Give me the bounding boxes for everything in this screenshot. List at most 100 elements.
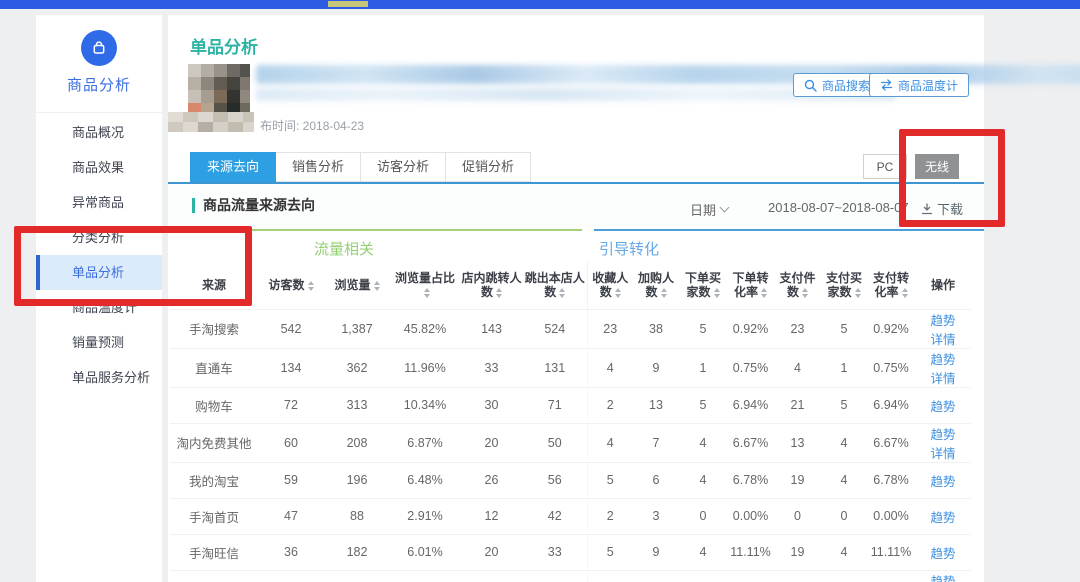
sort-icon[interactable] bbox=[496, 288, 502, 298]
sort-icon[interactable] bbox=[424, 288, 430, 298]
tab-visitor-analysis[interactable]: 访客分析 bbox=[361, 152, 446, 182]
trend-link[interactable]: 趋势 bbox=[931, 353, 956, 367]
column-header-11[interactable]: 支付买家数 bbox=[821, 261, 867, 309]
value-cell: 0 bbox=[679, 570, 727, 582]
sort-icon[interactable] bbox=[855, 288, 861, 298]
value-cell: 0 bbox=[633, 570, 679, 582]
trend-link[interactable]: 趋势 bbox=[931, 511, 956, 525]
product-thermometer-label: 商品温度计 bbox=[898, 77, 958, 94]
value-cell: 59 bbox=[258, 462, 324, 498]
column-header-10[interactable]: 支付件数 bbox=[774, 261, 821, 309]
device-toggle-wireless[interactable]: 无线 bbox=[915, 154, 959, 179]
column-label: 加购人数 bbox=[638, 271, 674, 299]
sidebar-item-product-thermometer[interactable]: 商品温度计 bbox=[36, 290, 162, 325]
value-cell: 4 bbox=[679, 534, 727, 570]
column-header-6[interactable]: 收藏人数 bbox=[587, 261, 633, 309]
value-cell: 5 bbox=[821, 387, 867, 423]
sort-icon[interactable] bbox=[761, 288, 767, 298]
value-cell: 182 bbox=[324, 534, 390, 570]
sidebar-item-abnormal-products[interactable]: 异常商品 bbox=[36, 185, 162, 220]
sort-icon[interactable] bbox=[615, 288, 621, 298]
value-cell: 6.78% bbox=[867, 462, 915, 498]
column-header-0: 来源 bbox=[170, 261, 258, 309]
column-header-2[interactable]: 浏览量 bbox=[324, 261, 390, 309]
column-header-5[interactable]: 跳出本店人数 bbox=[523, 261, 587, 309]
trend-link[interactable]: 趋势 bbox=[931, 547, 956, 561]
value-cell: 23 bbox=[587, 309, 633, 348]
sidebar-item-sales-forecast[interactable]: 销量预测 bbox=[36, 325, 162, 360]
value-cell: 88 bbox=[324, 498, 390, 534]
sort-icon[interactable] bbox=[802, 288, 808, 298]
value-cell: 4 bbox=[587, 348, 633, 387]
column-label: 访客数 bbox=[268, 278, 304, 292]
sort-icon[interactable] bbox=[374, 281, 380, 291]
column-header-9[interactable]: 下单转化率 bbox=[727, 261, 774, 309]
device-toggle-pc[interactable]: PC bbox=[863, 154, 907, 179]
sort-icon[interactable] bbox=[661, 288, 667, 298]
sidebar-item-category-analysis[interactable]: 分类分析 bbox=[36, 220, 162, 255]
product-search-button[interactable]: 商品搜索 bbox=[793, 73, 881, 97]
sidebar-item-product-overview[interactable]: 商品概况 bbox=[36, 115, 162, 150]
download-button[interactable]: 下载 bbox=[921, 199, 963, 218]
column-header-12[interactable]: 支付转化率 bbox=[867, 261, 915, 309]
value-cell: 542 bbox=[258, 309, 324, 348]
value-cell: 13 bbox=[774, 423, 821, 462]
sort-icon[interactable] bbox=[308, 281, 314, 291]
sort-icon[interactable] bbox=[714, 288, 720, 298]
column-header-8[interactable]: 下单买家数 bbox=[679, 261, 727, 309]
sidebar-item-label: 分类分析 bbox=[72, 230, 124, 245]
sort-icon[interactable] bbox=[902, 288, 908, 298]
value-cell: 0 bbox=[821, 498, 867, 534]
shopping-bag-icon bbox=[81, 30, 117, 66]
table-toolbar: 商品流量来源去向 日期 2018-08-07~2018-08-07 下载 bbox=[168, 184, 984, 230]
value-cell: 0.00% bbox=[727, 498, 774, 534]
trend-link[interactable]: 趋势 bbox=[931, 475, 956, 489]
product-search-label: 商品搜索 bbox=[822, 77, 870, 94]
sidebar-item-single-product-analysis[interactable]: 单品分析 bbox=[36, 255, 162, 290]
traffic-table: 流量相关 引导转化 来源访客数 浏览量 浏览量占比店内跳转人数跳出本店人数收藏人数加… bbox=[170, 231, 971, 582]
tab-sales-analysis[interactable]: 销售分析 bbox=[276, 152, 361, 182]
trend-link[interactable]: 趋势 bbox=[931, 428, 956, 442]
column-label: 收藏人数 bbox=[592, 271, 628, 299]
value-cell: 30 bbox=[460, 387, 523, 423]
product-thermometer-button[interactable]: 商品温度计 bbox=[869, 73, 969, 97]
column-header-7[interactable]: 加购人数 bbox=[633, 261, 679, 309]
value-cell: 45.82% bbox=[390, 309, 460, 348]
detail-link[interactable]: 详情 bbox=[931, 447, 956, 461]
sort-icon[interactable] bbox=[559, 288, 565, 298]
sidebar-item-single-product-service[interactable]: 单品服务分析 bbox=[36, 360, 162, 395]
value-cell: 0.92% bbox=[867, 309, 915, 348]
column-header-3[interactable]: 浏览量占比 bbox=[390, 261, 460, 309]
date-filter[interactable]: 日期 bbox=[690, 200, 728, 219]
column-header-4[interactable]: 店内跳转人数 bbox=[460, 261, 523, 309]
caption-mosaic bbox=[168, 112, 254, 132]
sidebar-item-product-effect[interactable]: 商品效果 bbox=[36, 150, 162, 185]
value-cell: 2.91% bbox=[390, 498, 460, 534]
actions-cell: 趋势详情 bbox=[915, 348, 971, 387]
column-label: 浏览量 bbox=[334, 278, 370, 292]
actions-cell: 趋势详情 bbox=[915, 309, 971, 348]
group-header-row: 流量相关 引导转化 bbox=[170, 231, 971, 261]
trend-link[interactable]: 趋势 bbox=[931, 314, 956, 328]
value-cell: 0.75% bbox=[867, 348, 915, 387]
detail-link[interactable]: 详情 bbox=[931, 333, 956, 347]
table-row: 手淘其他店铺商品24882.91%8232000.00%000.00%趋势详情 bbox=[170, 570, 971, 582]
sidebar-item-label: 商品概况 bbox=[72, 125, 124, 140]
trend-link[interactable]: 趋势 bbox=[931, 400, 956, 414]
sidebar-item-label: 单品分析 bbox=[72, 265, 124, 280]
swap-icon bbox=[880, 79, 893, 91]
trend-link[interactable]: 趋势 bbox=[931, 575, 956, 582]
detail-link[interactable]: 详情 bbox=[931, 372, 956, 386]
value-cell: 56 bbox=[523, 462, 587, 498]
actions-cell: 趋势 bbox=[915, 534, 971, 570]
publish-time-caption: 布时间: 2018-04-23 bbox=[260, 117, 364, 134]
value-cell: 12 bbox=[460, 498, 523, 534]
sidebar-item-label: 异常商品 bbox=[72, 195, 124, 210]
group-header-conversion: 引导转化 bbox=[587, 231, 971, 261]
column-header-1[interactable]: 访客数 bbox=[258, 261, 324, 309]
tab-source-destination[interactable]: 来源去向 bbox=[190, 152, 276, 182]
sidebar-item-label: 商品温度计 bbox=[72, 300, 137, 315]
value-cell: 4 bbox=[821, 534, 867, 570]
value-cell: 5 bbox=[587, 534, 633, 570]
tab-promotion-analysis[interactable]: 促销分析 bbox=[446, 152, 531, 182]
